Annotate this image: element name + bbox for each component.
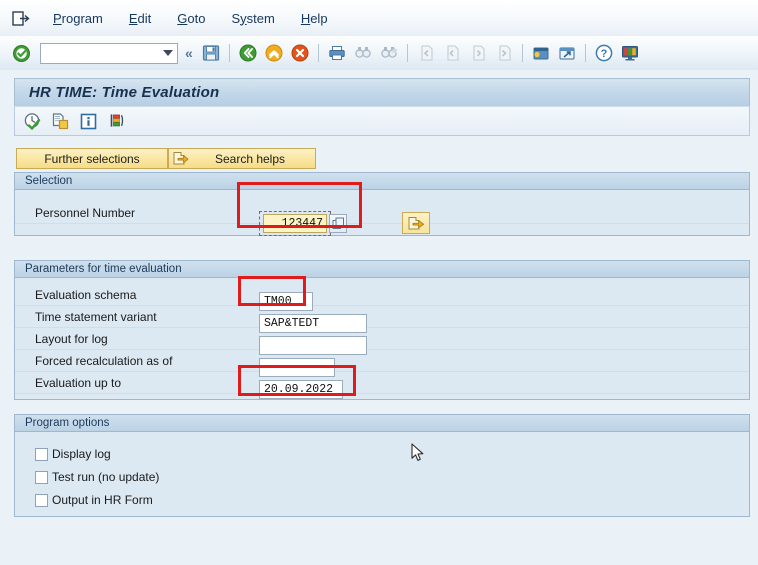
- layout-for-log-row: Layout for log: [15, 328, 749, 350]
- multiple-selection-icon[interactable]: [49, 110, 71, 132]
- double-chevron-left-icon[interactable]: «: [185, 45, 193, 61]
- print-icon[interactable]: [326, 42, 348, 64]
- program-options-panel-header: Program options: [15, 415, 749, 432]
- toolbar-separator: [521, 44, 523, 62]
- test-run-checkbox-row[interactable]: Test run (no update): [35, 470, 159, 484]
- time-statement-variant-row: Time statement variant: [15, 306, 749, 328]
- toolbar-separator: [317, 44, 319, 62]
- sap-logon-icon[interactable]: [8, 7, 34, 29]
- output-in-hr-form-checkbox[interactable]: [35, 493, 48, 507]
- test-run-checkbox[interactable]: [35, 470, 48, 484]
- page-title: HR TIME: Time Evaluation: [29, 84, 220, 101]
- last-page-icon: [493, 42, 515, 64]
- chevron-down-icon[interactable]: [163, 49, 173, 56]
- personnel-number-multiple-selection-button[interactable]: [329, 214, 347, 233]
- evaluation-up-to-row: Evaluation up to: [15, 372, 749, 394]
- program-options-panel-body: Display log Test run (no update) Output …: [15, 432, 749, 516]
- evaluation-up-to-input[interactable]: [259, 380, 343, 399]
- display-log-checkbox[interactable]: [35, 447, 48, 461]
- parameters-panel: Parameters for time evaluation Evaluatio…: [14, 260, 750, 400]
- selection-panel-body: Personnel Number: [15, 202, 749, 247]
- selection-panel: Selection Personnel Number: [14, 172, 750, 236]
- further-selections-button[interactable]: Further selections: [16, 148, 168, 169]
- evaluation-schema-input[interactable]: [259, 292, 313, 311]
- forced-recalculation-input[interactable]: [259, 358, 335, 377]
- menu-item-system[interactable]: System: [218, 9, 287, 28]
- output-in-hr-form-checkbox-row[interactable]: Output in HR Form: [35, 493, 153, 507]
- personnel-number-row: Personnel Number: [15, 202, 749, 224]
- parameters-panel-header: Parameters for time evaluation: [15, 261, 749, 278]
- menu-item-edit[interactable]: Edit: [116, 9, 164, 28]
- variant-icon[interactable]: [105, 110, 127, 132]
- info-icon[interactable]: [77, 110, 99, 132]
- find-next-icon[interactable]: [378, 42, 400, 64]
- previous-page-icon: [441, 42, 463, 64]
- command-field[interactable]: [40, 42, 178, 64]
- search-helps-button[interactable]: Search helps: [168, 148, 316, 169]
- evaluation-schema-label: Evaluation schema: [35, 287, 137, 302]
- output-in-hr-form-label: Output in HR Form: [52, 493, 153, 507]
- display-log-label: Display log: [52, 447, 111, 461]
- menu-item-help[interactable]: Help: [288, 9, 341, 28]
- evaluation-up-to-label: Evaluation up to: [35, 375, 122, 390]
- exit-icon[interactable]: [263, 42, 285, 64]
- menu-item-program[interactable]: Program: [40, 9, 116, 28]
- personnel-number-extend-button[interactable]: [402, 212, 430, 234]
- parameters-panel-body: Evaluation schema Time statement variant…: [15, 284, 749, 405]
- save-icon[interactable]: [200, 42, 222, 64]
- execute-icon[interactable]: [21, 110, 43, 132]
- test-run-label: Test run (no update): [52, 470, 160, 484]
- screen-body: HR TIME: Time Evaluation Further selecti…: [0, 70, 758, 565]
- forced-recalculation-row: Forced recalculation as of: [15, 350, 749, 372]
- svg-text:?: ?: [600, 48, 607, 60]
- enter-check-icon[interactable]: [10, 42, 32, 64]
- standard-toolbar: « ?: [0, 36, 758, 71]
- program-options-panel: Program options Display log Test run (no…: [14, 414, 750, 517]
- menu-bar: Program Edit Goto System Help: [0, 0, 758, 37]
- application-toolbar: [14, 106, 750, 136]
- personnel-number-input[interactable]: [263, 214, 327, 233]
- selection-panel-header: Selection: [15, 173, 749, 190]
- forced-recalculation-label: Forced recalculation as of: [35, 353, 173, 368]
- display-log-checkbox-row[interactable]: Display log: [35, 447, 111, 461]
- first-page-icon: [415, 42, 437, 64]
- screen-title-bar: HR TIME: Time Evaluation: [14, 78, 750, 106]
- cancel-icon[interactable]: [289, 42, 311, 64]
- find-icon[interactable]: [352, 42, 374, 64]
- evaluation-schema-row: Evaluation schema: [15, 284, 749, 306]
- toolbar-separator: [584, 44, 586, 62]
- next-page-icon: [467, 42, 489, 64]
- toolbar-separator: [228, 44, 230, 62]
- personnel-number-label: Personnel Number: [35, 205, 136, 220]
- time-statement-variant-input[interactable]: [259, 314, 367, 333]
- command-input[interactable]: [44, 44, 160, 62]
- toolbar-separator: [406, 44, 408, 62]
- menu-item-goto[interactable]: Goto: [164, 9, 218, 28]
- selection-buttons-row: Further selections Search helps: [16, 148, 316, 169]
- time-statement-variant-label: Time statement variant: [35, 309, 157, 324]
- create-session-icon[interactable]: [530, 42, 552, 64]
- help-icon[interactable]: ?: [593, 42, 615, 64]
- layout-for-log-label: Layout for log: [35, 331, 108, 346]
- customize-layout-icon[interactable]: [619, 42, 641, 64]
- menu-item-program-label: rogram: [61, 10, 103, 26]
- create-shortcut-icon[interactable]: [556, 42, 578, 64]
- back-icon[interactable]: [237, 42, 259, 64]
- layout-for-log-input[interactable]: [259, 336, 367, 355]
